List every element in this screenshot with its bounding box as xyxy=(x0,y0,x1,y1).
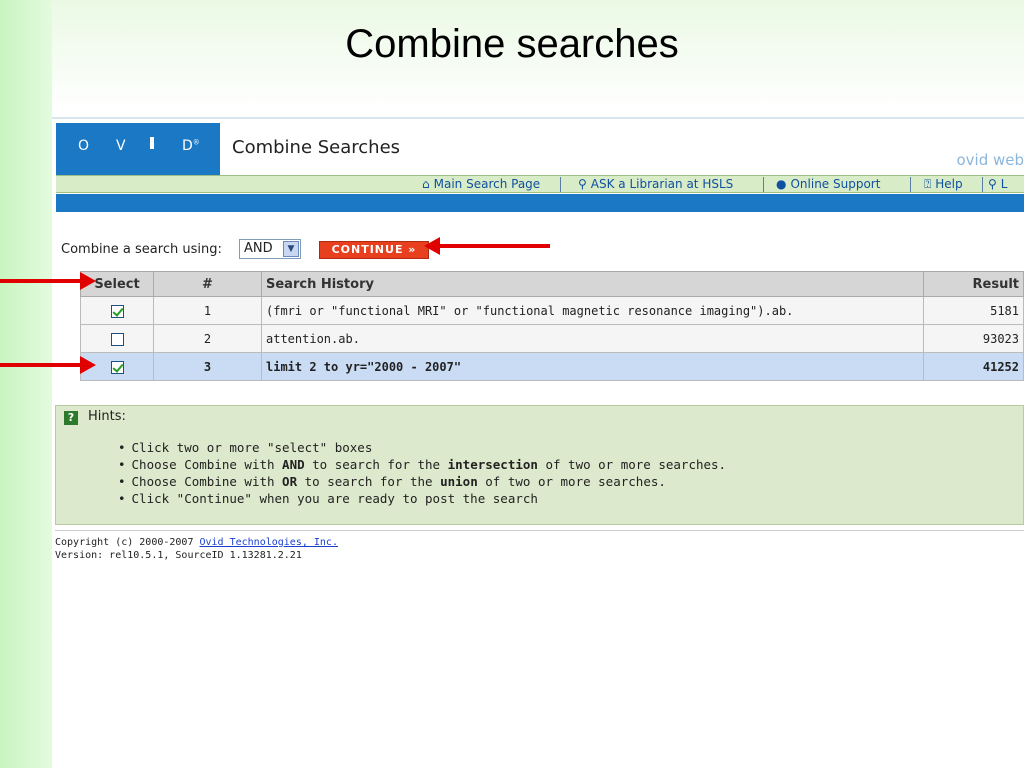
question-icon: ? xyxy=(64,411,78,425)
ovid-header: O V I D® Combine Searches ovid web xyxy=(56,123,1024,175)
combine-label: Combine a search using: xyxy=(61,242,222,257)
blue-divider-bar xyxy=(56,194,1024,212)
ovid-logo[interactable]: O V I D® xyxy=(56,123,220,175)
hints-title: Hints: xyxy=(88,409,126,424)
operator-select[interactable]: AND ▼ xyxy=(239,239,301,259)
hints-list: Click two or more "select" boxes Choose … xyxy=(118,440,727,508)
slide-title: Combine searches xyxy=(345,22,679,66)
top-nav-bar: ⌂ Main Search Page ⚲ ASK a Librarian at HS… xyxy=(56,175,1024,193)
list-item: Choose Combine with OR to search for the… xyxy=(118,474,726,491)
home-icon: ⌂ xyxy=(422,177,430,191)
search-query: attention.ab. xyxy=(261,324,924,353)
select-checkbox-3[interactable] xyxy=(110,360,124,374)
librarian-icon: ⚲ xyxy=(578,177,587,191)
page-title: Combine Searches xyxy=(232,137,401,158)
table-row: 3 limit 2 to yr="2000 - 2007" 41252 xyxy=(80,352,1024,381)
ovid-company-link[interactable]: Ovid Technologies, Inc. xyxy=(200,537,338,548)
footer-divider xyxy=(55,530,1024,531)
list-item: Choose Combine with AND to search for th… xyxy=(118,457,727,474)
search-number: 3 xyxy=(153,352,262,381)
search-results-count[interactable]: 5181 xyxy=(923,296,1024,325)
ovid-screenshot: O V I D® Combine Searches ovid web ⌂Main… xyxy=(52,117,1024,768)
slide-side-strip xyxy=(0,0,52,768)
logo-letter-d: D® xyxy=(182,138,200,154)
ovid-web-brand: ovid web xyxy=(956,151,1024,169)
nav-separator xyxy=(982,177,983,192)
annotation-arrow-row-1 xyxy=(0,272,96,290)
copyright-line: Copyright (c) 2000-2007 Ovid Technologie… xyxy=(55,537,338,548)
logo-letter-o: O xyxy=(78,138,90,154)
list-item: Click "Continue" when you are ready to p… xyxy=(118,491,726,508)
table-row: 2 attention.ab. 93023 xyxy=(80,324,1024,353)
nav-main-search-page[interactable]: ⌂ Main Search Page xyxy=(422,177,540,191)
nav-ask-librarian[interactable]: ⚲ ASK a Librarian at HSLS xyxy=(578,177,733,191)
column-header-number[interactable]: # xyxy=(153,271,262,297)
nav-separator xyxy=(560,177,561,192)
nav-online-support[interactable]: ● Online Support xyxy=(776,177,880,191)
logoff-icon: ⚲ xyxy=(988,177,997,191)
footer: Copyright (c) 2000-2007 Ovid Technologie… xyxy=(55,536,338,562)
search-number: 1 xyxy=(153,296,262,325)
logo-letter-v: V xyxy=(116,138,126,154)
nav-separator xyxy=(763,177,764,192)
help-icon: ⍰ xyxy=(924,177,932,191)
select-checkbox-2[interactable] xyxy=(110,332,124,346)
search-query: limit 2 to yr="2000 - 2007" xyxy=(261,352,924,381)
support-icon: ● xyxy=(776,177,787,191)
select-checkbox-1[interactable] xyxy=(110,304,124,318)
column-header-results[interactable]: Result xyxy=(923,271,1024,297)
search-results-count[interactable]: 93023 xyxy=(923,324,1024,353)
search-number: 2 xyxy=(153,324,262,353)
list-item: Click two or more "select" boxes xyxy=(118,440,726,457)
table-header-row: Select # Search History Result xyxy=(80,271,1024,297)
continue-button[interactable]: CONTINUE » xyxy=(319,241,429,259)
search-history-table: Select # Search History Result 1 (fmri o… xyxy=(80,271,1024,381)
nav-separator xyxy=(910,177,911,192)
search-query: (fmri or "functional MRI" or "functional… xyxy=(261,296,924,325)
nav-help[interactable]: ⍰ Help xyxy=(924,177,963,192)
version-line: Version: rel10.5.1, SourceID 1.13281.2.2… xyxy=(55,550,302,561)
annotation-arrow-continue xyxy=(424,237,550,255)
column-header-search-history[interactable]: Search History xyxy=(261,271,924,297)
search-results-count[interactable]: 41252 xyxy=(923,352,1024,381)
table-row: 1 (fmri or "functional MRI" or "function… xyxy=(80,296,1024,325)
chevron-down-icon[interactable]: ▼ xyxy=(283,241,299,257)
hints-panel: ? Hints: Click two or more "select" boxe… xyxy=(55,405,1024,525)
nav-logoff[interactable]: ⚲ L xyxy=(988,177,1007,191)
annotation-arrow-row-3 xyxy=(0,356,96,374)
logo-letter-i: I xyxy=(150,137,154,149)
